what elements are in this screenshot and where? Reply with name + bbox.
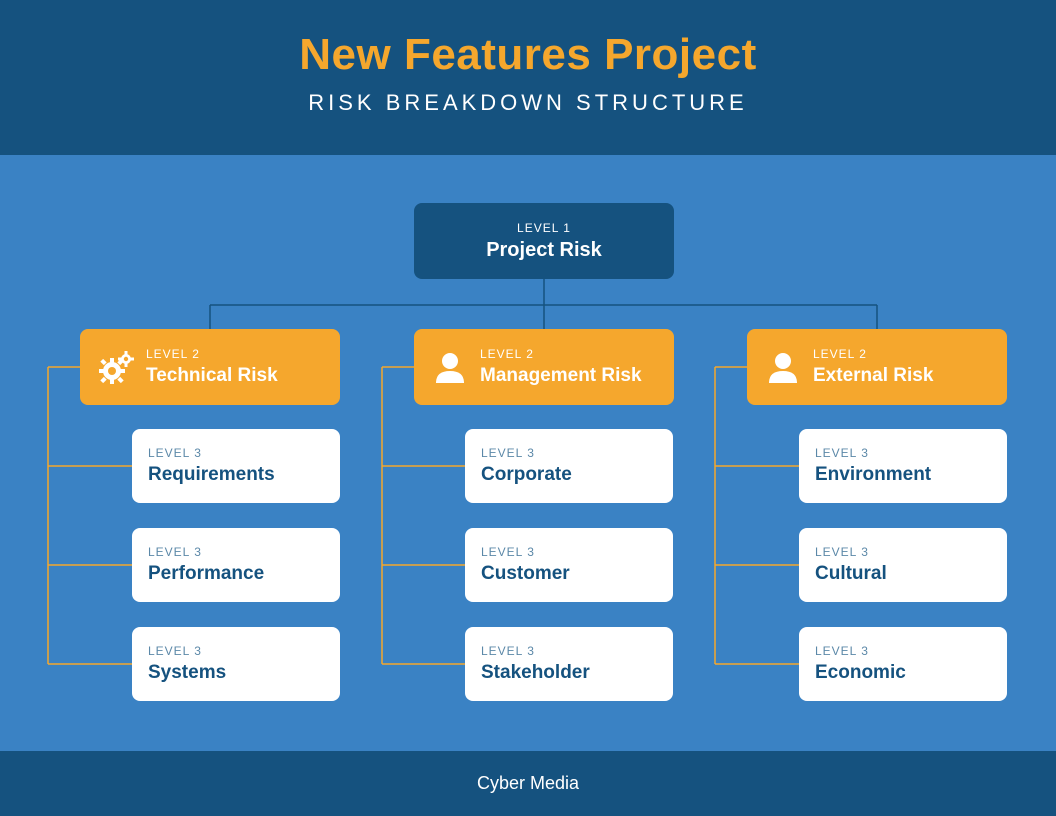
item-node: LEVEL 3 Stakeholder	[465, 627, 673, 701]
item-title: Systems	[148, 662, 226, 684]
item-title: Cultural	[815, 563, 887, 585]
level-label: LEVEL 3	[481, 644, 535, 658]
category-title: External Risk	[813, 365, 933, 387]
item-title: Environment	[815, 464, 931, 486]
page-subtitle: RISK BREAKDOWN STRUCTURE	[0, 90, 1056, 116]
root-node: LEVEL 1 Project Risk	[414, 203, 674, 279]
level-label: LEVEL 3	[815, 545, 869, 559]
level-label: LEVEL 2	[813, 347, 933, 361]
level-label: LEVEL 1	[517, 221, 571, 235]
item-title: Performance	[148, 563, 264, 585]
person-icon	[430, 347, 470, 387]
level-label: LEVEL 3	[815, 446, 869, 460]
level-label: LEVEL 3	[481, 545, 535, 559]
footer-text: Cyber Media	[477, 773, 579, 794]
category-title: Technical Risk	[146, 365, 278, 387]
item-title: Requirements	[148, 464, 275, 486]
item-title: Economic	[815, 662, 906, 684]
level-label: LEVEL 3	[148, 446, 202, 460]
diagram-canvas: LEVEL 1 Project Risk	[0, 155, 1056, 751]
item-node: LEVEL 3 Systems	[132, 627, 340, 701]
category-node-external: LEVEL 2 External Risk	[747, 329, 1007, 405]
level-label: LEVEL 3	[815, 644, 869, 658]
category-title: Management Risk	[480, 365, 642, 387]
level-label: LEVEL 3	[148, 644, 202, 658]
item-node: LEVEL 3 Requirements	[132, 429, 340, 503]
header: New Features Project RISK BREAKDOWN STRU…	[0, 0, 1056, 155]
item-node: LEVEL 3 Performance	[132, 528, 340, 602]
page-title: New Features Project	[0, 30, 1056, 80]
item-title: Stakeholder	[481, 662, 590, 684]
item-node: LEVEL 3 Corporate	[465, 429, 673, 503]
level-label: LEVEL 3	[148, 545, 202, 559]
category-node-management: LEVEL 2 Management Risk	[414, 329, 674, 405]
item-node: LEVEL 3 Economic	[799, 627, 1007, 701]
level-label: LEVEL 3	[481, 446, 535, 460]
item-node: LEVEL 3 Environment	[799, 429, 1007, 503]
footer: Cyber Media	[0, 751, 1056, 816]
level-label: LEVEL 2	[146, 347, 278, 361]
item-node: LEVEL 3 Cultural	[799, 528, 1007, 602]
root-title: Project Risk	[486, 239, 602, 262]
person-icon	[763, 347, 803, 387]
gears-icon	[96, 347, 136, 387]
item-node: LEVEL 3 Customer	[465, 528, 673, 602]
level-label: LEVEL 2	[480, 347, 642, 361]
item-title: Corporate	[481, 464, 572, 486]
item-title: Customer	[481, 563, 570, 585]
category-node-technical: LEVEL 2 Technical Risk	[80, 329, 340, 405]
